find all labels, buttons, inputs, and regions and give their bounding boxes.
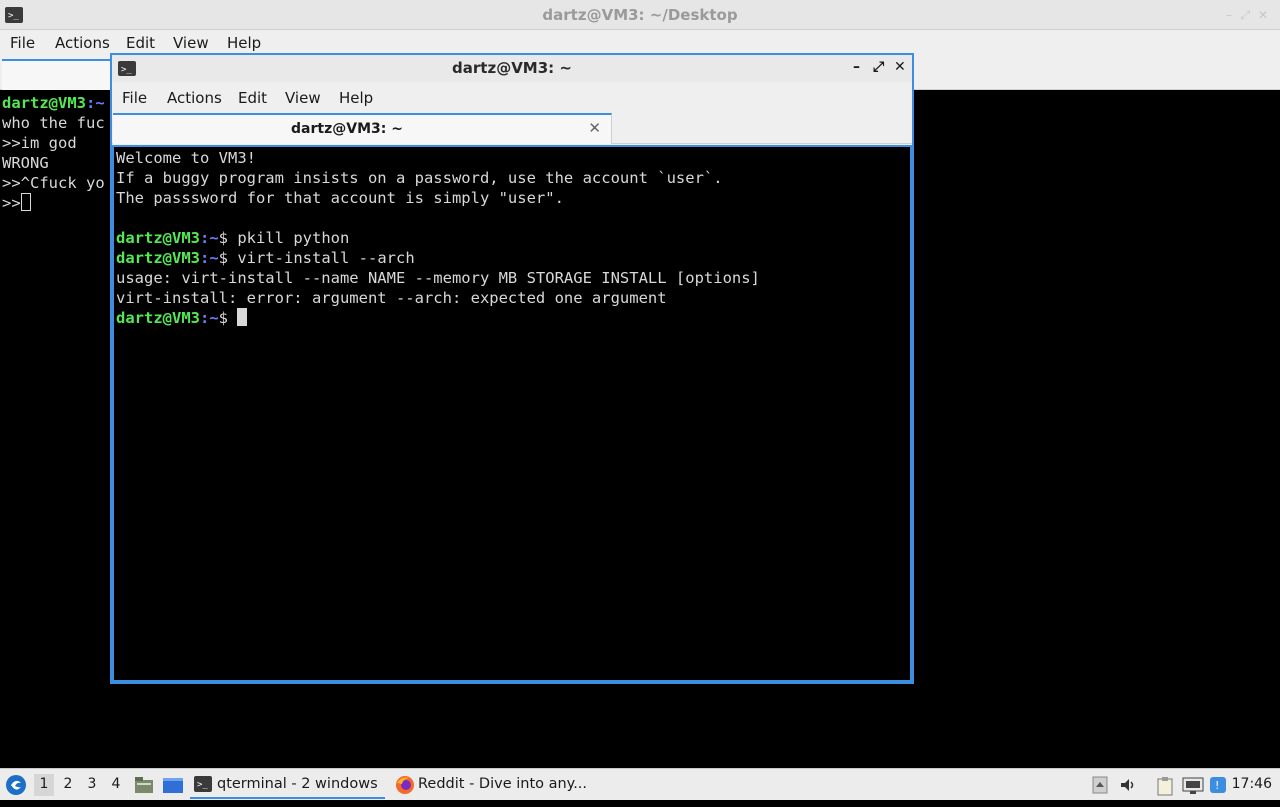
terminal-cursor xyxy=(237,308,248,326)
volume-icon[interactable] xyxy=(1119,776,1137,798)
output-line: usage: virt-install --name NAME --memory… xyxy=(116,269,760,287)
tab-close-icon[interactable]: ✕ xyxy=(588,119,601,137)
front-tabbar: dartz@VM3: ~ ✕ xyxy=(112,112,912,144)
file-manager-icon[interactable] xyxy=(134,775,154,807)
menu-help[interactable]: Help xyxy=(339,89,373,107)
front-window-title: dartz@VM3: ~ xyxy=(452,59,572,77)
back-close-icon[interactable]: ✕ xyxy=(1258,8,1268,22)
back-menu-view[interactable]: View xyxy=(173,34,209,52)
front-terminal-output[interactable]: Welcome to VM3! If a buggy program insist… xyxy=(112,145,912,682)
workspace-2[interactable]: 2 xyxy=(58,776,78,792)
back-menu-actions[interactable]: Actions xyxy=(55,34,110,52)
show-desktop-icon[interactable] xyxy=(162,775,184,807)
back-menu-help[interactable]: Help xyxy=(227,34,261,52)
task-label: Reddit - Dive into any... xyxy=(418,776,588,792)
svg-text:>_: >_ xyxy=(197,780,208,790)
output-line: virt-install: error: argument --arch: ex… xyxy=(116,289,667,307)
workspace-4[interactable]: 4 xyxy=(106,776,126,792)
task-qterminal[interactable]: >_ qterminal - 2 windows xyxy=(190,771,385,799)
close-icon[interactable]: ✕ xyxy=(894,59,906,75)
firefox-icon xyxy=(395,775,415,799)
updates-icon[interactable]: ! xyxy=(1209,776,1227,798)
terminal-cursor xyxy=(20,193,31,211)
back-menu-edit[interactable]: Edit xyxy=(126,34,155,52)
workspace-3[interactable]: 3 xyxy=(82,776,102,792)
menu-file[interactable]: File xyxy=(122,89,147,107)
back-window-titlebar[interactable]: >_ dartz@VM3: ~/Desktop – ⤢ ✕ xyxy=(0,0,1280,30)
menu-actions[interactable]: Actions xyxy=(167,89,222,107)
maximize-icon[interactable]: ⤢ xyxy=(873,59,884,75)
command-line: dartz@VM3:~$ virt-install --arch xyxy=(116,249,415,267)
clipboard-icon[interactable] xyxy=(1156,776,1174,800)
workspace-1[interactable]: 1 xyxy=(34,774,54,796)
front-terminal-window[interactable]: >_ dartz@VM3: ~ – ⤢ ✕ File Actions Edit … xyxy=(110,53,914,684)
svg-text:!: ! xyxy=(1215,779,1219,792)
task-firefox[interactable]: Reddit - Dive into any... xyxy=(392,771,592,799)
command-line: dartz@VM3:~$ xyxy=(116,308,908,328)
menu-edit[interactable]: Edit xyxy=(238,89,267,107)
terminal-icon: >_ xyxy=(194,776,212,796)
command-line: dartz@VM3:~$ pkill python xyxy=(116,229,350,247)
motd-line: The passsword for that account is simply… xyxy=(116,189,564,207)
network-icon[interactable] xyxy=(1182,776,1204,798)
tray-arrow-icon[interactable] xyxy=(1092,776,1108,798)
back-minimize-icon[interactable]: – xyxy=(1226,8,1232,22)
front-window-titlebar[interactable]: >_ dartz@VM3: ~ – ⤢ ✕ xyxy=(112,55,912,82)
clock[interactable]: 17:46 xyxy=(1232,776,1272,792)
tab-label: dartz@VM3: ~ xyxy=(291,121,403,137)
taskbar: 1 2 3 4 >_ qterminal - 2 windows Reddit … xyxy=(0,768,1280,800)
back-menu-file[interactable]: File xyxy=(10,34,35,52)
back-maximize-icon[interactable]: ⤢ xyxy=(1240,8,1250,23)
motd-line: If a buggy program insists on a password… xyxy=(116,169,723,187)
app-menu-icon[interactable] xyxy=(5,774,27,806)
task-label: qterminal - 2 windows xyxy=(217,776,378,792)
terminal-tab[interactable]: dartz@VM3: ~ ✕ xyxy=(113,113,612,144)
back-tab[interactable] xyxy=(2,59,122,90)
motd-line: Welcome to VM3! xyxy=(116,149,256,167)
motd-line: ​ xyxy=(116,208,908,228)
front-menubar: File Actions Edit View Help xyxy=(112,82,912,112)
minimize-icon[interactable]: – xyxy=(853,59,860,75)
menu-view[interactable]: View xyxy=(285,89,321,107)
back-window-title: dartz@VM3: ~/Desktop xyxy=(542,6,738,24)
